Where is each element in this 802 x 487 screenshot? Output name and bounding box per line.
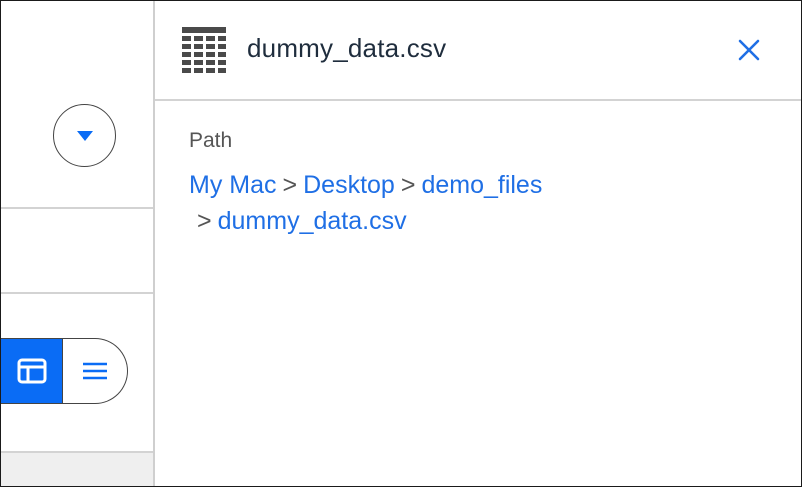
breadcrumb-separator: >	[197, 207, 212, 235]
list-view-icon	[83, 362, 107, 380]
close-button[interactable]	[733, 34, 765, 66]
breadcrumb-separator: >	[400, 171, 416, 199]
breadcrumb-item-file[interactable]: dummy_data.csv	[218, 207, 407, 235]
file-info-panel: dummy_data.csv Path My Mac > Desktop > demo_…	[155, 1, 801, 486]
file-header: dummy_data.csv	[155, 1, 801, 101]
breadcrumb-item-my-mac[interactable]: My Mac	[189, 171, 277, 199]
app-window: dummy_data.csv Path My Mac > Desktop > demo_…	[0, 0, 802, 487]
breadcrumb-separator: >	[282, 171, 298, 199]
spreadsheet-icon	[182, 27, 226, 73]
path-label: Path	[189, 129, 233, 152]
breadcrumb: My Mac > Desktop > demo_files	[189, 171, 542, 200]
close-icon	[738, 39, 760, 61]
chevron-down-icon	[76, 130, 93, 141]
file-title: dummy_data.csv	[247, 33, 447, 63]
list-view-button[interactable]	[63, 339, 127, 403]
table-view-icon	[17, 358, 46, 384]
dropdown-button[interactable]	[53, 104, 116, 167]
view-toggle	[1, 338, 128, 404]
breadcrumb-continued: > dummy_data.csv	[197, 207, 407, 236]
left-divider	[1, 292, 153, 294]
breadcrumb-item-demo-files[interactable]: demo_files	[421, 171, 542, 199]
left-footer	[1, 451, 153, 486]
left-divider	[1, 207, 153, 209]
table-view-button[interactable]	[1, 339, 63, 403]
left-panel	[1, 1, 155, 486]
breadcrumb-item-desktop[interactable]: Desktop	[303, 171, 395, 199]
